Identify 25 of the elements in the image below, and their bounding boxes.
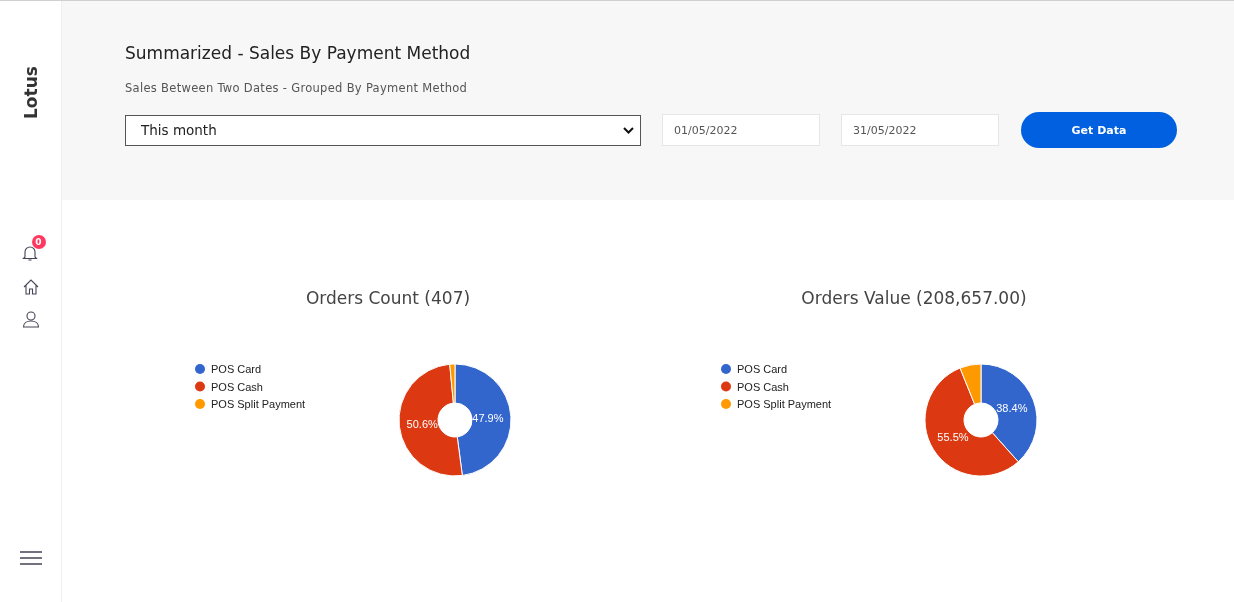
chart-title: Orders Value (208,657.00) xyxy=(800,288,1028,308)
get-data-button[interactable]: Get Data xyxy=(1021,112,1177,148)
legend-label: POS Card xyxy=(211,363,262,375)
page-subtitle: Sales Between Two Dates - Grouped By Payment Method xyxy=(125,81,469,95)
legend-label: POS Cash xyxy=(737,380,789,393)
logo: Lotus xyxy=(20,67,41,119)
user-icon[interactable] xyxy=(21,310,40,328)
bell-icon[interactable] xyxy=(20,244,39,262)
legend-label: POS Cash xyxy=(211,380,263,393)
slice-label: 55.5% xyxy=(937,431,969,444)
page-title: Summarized - Sales By Payment Method xyxy=(125,43,472,63)
legend-label: POS Card xyxy=(737,363,788,375)
legend-label: POS Split Payment xyxy=(211,398,306,410)
period-select[interactable]: This month xyxy=(125,114,641,146)
date-to-field[interactable]: 31/05/2022 xyxy=(841,114,999,146)
slice-label: 38.4% xyxy=(996,402,1028,415)
home-icon[interactable] xyxy=(21,278,40,296)
legend-label: POS Split Payment xyxy=(737,398,832,410)
slice-label: 47.9% xyxy=(472,411,504,424)
date-from-field[interactable]: 01/05/2022 xyxy=(662,114,820,146)
slice-label: 50.6% xyxy=(406,417,438,430)
notification-badge: 0 xyxy=(31,235,46,249)
chevron-down-icon xyxy=(623,126,634,134)
chart-title: Orders Count (407) xyxy=(304,288,472,308)
menu-icon[interactable] xyxy=(19,551,42,565)
